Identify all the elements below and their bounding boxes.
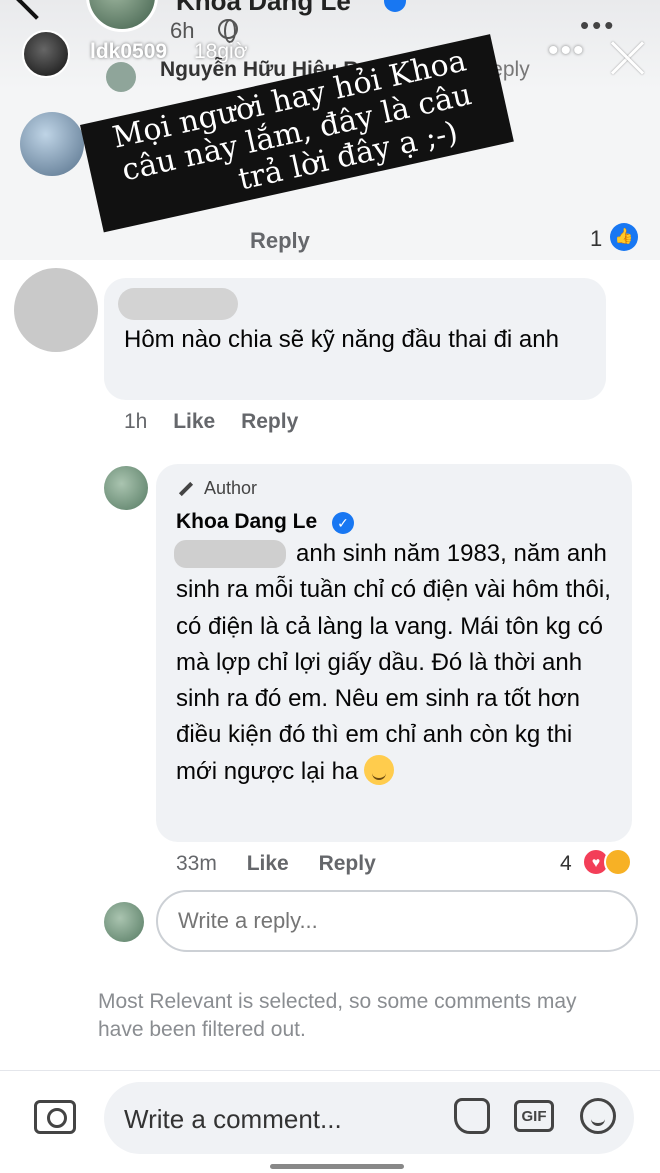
commenter-name-blurred	[118, 288, 238, 320]
comment-text: Hôm nào chia sẽ kỹ năng đầu thai đi anh	[124, 326, 559, 353]
current-user-avatar	[104, 902, 144, 942]
comment-like-button[interactable]: Like	[173, 410, 215, 433]
reply-like-button[interactable]: Like	[247, 852, 289, 875]
comment-reply-button[interactable]: Reply	[241, 410, 298, 433]
reaction-count[interactable]: 4	[560, 852, 572, 876]
comment-actions: 1h Like Reply	[124, 410, 318, 434]
story-time: 18giờ	[194, 40, 248, 63]
post-author-name[interactable]: Khoa Dang Le	[176, 0, 351, 17]
wink-emoji-icon	[364, 754, 395, 785]
comment-time: 1h	[124, 410, 148, 433]
author-badge: Author	[178, 478, 257, 499]
commenter-avatar[interactable]	[14, 268, 98, 352]
gif-icon[interactable]: GIF	[514, 1100, 554, 1132]
filter-note: Most Relevant is selected, so some comme…	[98, 990, 577, 1041]
camera-icon[interactable]	[34, 1100, 76, 1134]
close-icon[interactable]	[608, 38, 648, 78]
reply-author-name[interactable]: Khoa Dang Le	[176, 510, 317, 534]
top-comment-avatar[interactable]	[20, 112, 84, 176]
author-avatar[interactable]	[104, 466, 148, 510]
globe-icon	[218, 19, 238, 43]
emoji-icon[interactable]	[580, 1098, 616, 1134]
sticker-icon[interactable]	[454, 1098, 490, 1134]
story-more-icon[interactable]: •••	[548, 34, 586, 68]
top-comment-like-count: 1	[590, 226, 603, 251]
home-indicator	[270, 1164, 404, 1169]
author-reply-bubble: Author Khoa Dang Le ✓ anh sinh năm 1983,…	[156, 464, 632, 842]
composer-divider	[0, 1070, 660, 1071]
reply-actions: 33m Like Reply	[176, 852, 400, 876]
write-comment-placeholder[interactable]: Write a comment...	[124, 1104, 342, 1135]
reply-reply-button[interactable]: Reply	[319, 852, 376, 875]
story-username[interactable]: ldk0509	[90, 40, 167, 64]
verified-check-icon: ✓	[332, 512, 354, 534]
write-reply-input[interactable]	[156, 890, 638, 952]
author-badge-label: Author	[204, 478, 258, 498]
author-reply-body: anh sinh năm 1983, năm anh sinh ra mỗi t…	[176, 540, 611, 785]
comment-bubble: Hôm nào chia sẽ kỹ năng đầu thai đi anh	[104, 278, 606, 400]
hidden-reply-avatar	[106, 62, 136, 92]
post-time: 6h	[170, 18, 195, 43]
thumbs-up-icon: 👍	[610, 223, 638, 251]
reply-time: 33m	[176, 852, 217, 875]
story-avatar[interactable]	[22, 30, 70, 78]
top-comment-reply-link[interactable]: Reply	[250, 228, 310, 254]
pencil-icon	[178, 482, 194, 497]
author-reply-text: anh sinh năm 1983, năm anh sinh ra mỗi t…	[176, 536, 616, 790]
care-reaction-icon	[604, 848, 632, 876]
